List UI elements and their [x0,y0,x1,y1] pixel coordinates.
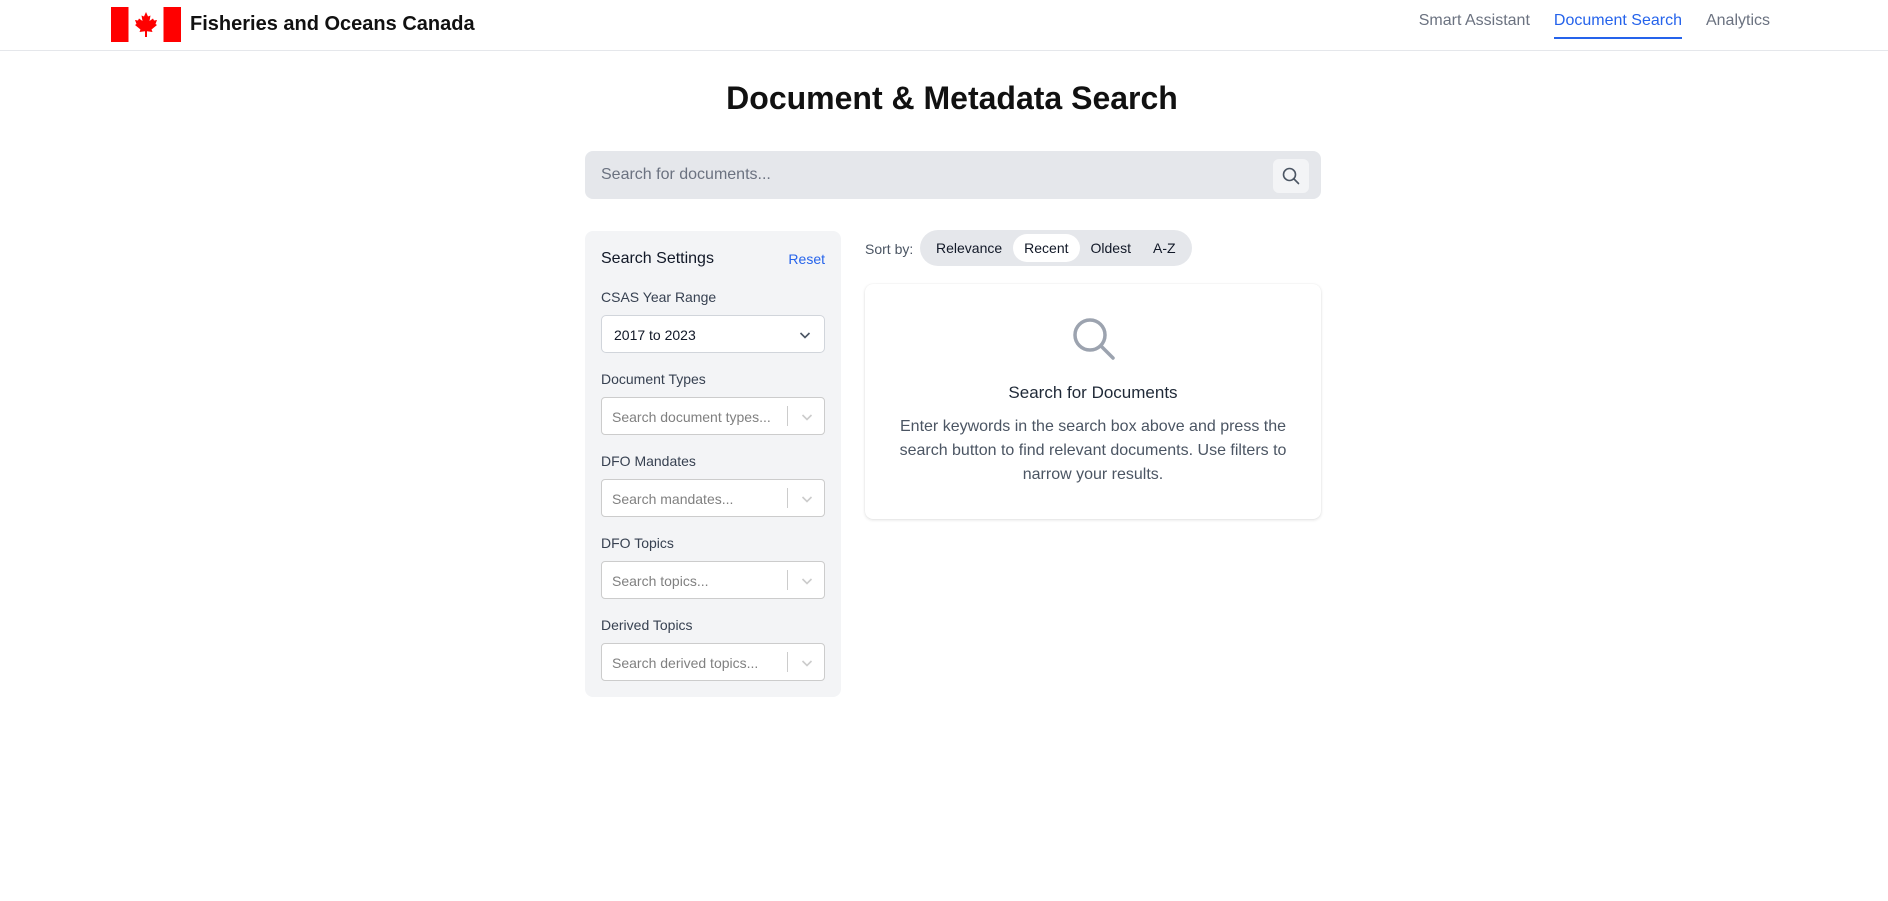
page-title: Document & Metadata Search [726,80,1178,116]
settings-title: Search Settings [601,250,714,267]
nav-analytics[interactable]: Analytics [1706,12,1770,39]
document-types-select[interactable]: Search document types... [601,397,825,435]
year-range-select[interactable]: 2017 to 2023 [601,315,825,353]
search-icon [1073,318,1115,360]
empty-state-title: Search for Documents [1008,383,1178,402]
empty-state-card: Search for Documents Enter keywords in t… [865,284,1321,519]
year-range-value: 2017 to 2023 [614,327,696,343]
brand-name: Fisheries and Oceans Canada [190,13,475,35]
select-separator [787,652,788,672]
chevron-down-icon[interactable] [800,656,814,670]
sort-oldest-button[interactable]: Oldest [1080,234,1142,262]
nav-smart-assistant[interactable]: Smart Assistant [1419,12,1530,39]
sort-toggle-group: Relevance Recent Oldest A-Z [920,230,1192,266]
search-button[interactable] [1273,159,1309,193]
chevron-down-icon[interactable] [800,410,814,424]
top-header: Fisheries and Oceans Canada Smart Assist… [0,0,1888,51]
topics-placeholder: Search topics... [612,573,709,589]
search-input[interactable] [601,151,1241,199]
derived-topics-select[interactable]: Search derived topics... [601,643,825,681]
topics-select[interactable]: Search topics... [601,561,825,599]
search-settings-panel: Search Settings Reset CSAS Year Range 20… [585,231,841,697]
document-types-label: Document Types [601,371,706,387]
select-separator [787,570,788,590]
sort-label: Sort by: [865,241,914,257]
mandates-label: DFO Mandates [601,453,696,469]
sort-az-button[interactable]: A-Z [1142,234,1187,262]
derived-topics-placeholder: Search derived topics... [612,655,759,671]
canada-flag-icon [111,7,181,42]
chevron-down-icon[interactable] [800,574,814,588]
empty-state-text: Enter keywords in the search box above a… [899,418,1287,483]
select-separator [787,488,788,508]
topics-label: DFO Topics [601,535,674,551]
chevron-down-icon [799,332,811,339]
select-separator [787,406,788,426]
sort-recent-button[interactable]: Recent [1013,234,1080,262]
reset-button[interactable]: Reset [788,251,825,267]
main-nav: Smart Assistant Document Search Analytic… [1395,12,1770,39]
chevron-down-icon[interactable] [800,492,814,506]
sort-relevance-button[interactable]: Relevance [925,234,1013,262]
nav-document-search[interactable]: Document Search [1553,12,1682,39]
document-types-placeholder: Search document types... [612,409,771,425]
mandates-placeholder: Search mandates... [612,491,734,507]
mandates-select[interactable]: Search mandates... [601,479,825,517]
search-icon [1282,167,1300,185]
brand[interactable]: Fisheries and Oceans Canada [111,7,475,42]
derived-topics-label: Derived Topics [601,617,693,633]
search-bar [585,151,1321,199]
year-range-label: CSAS Year Range [601,289,717,305]
